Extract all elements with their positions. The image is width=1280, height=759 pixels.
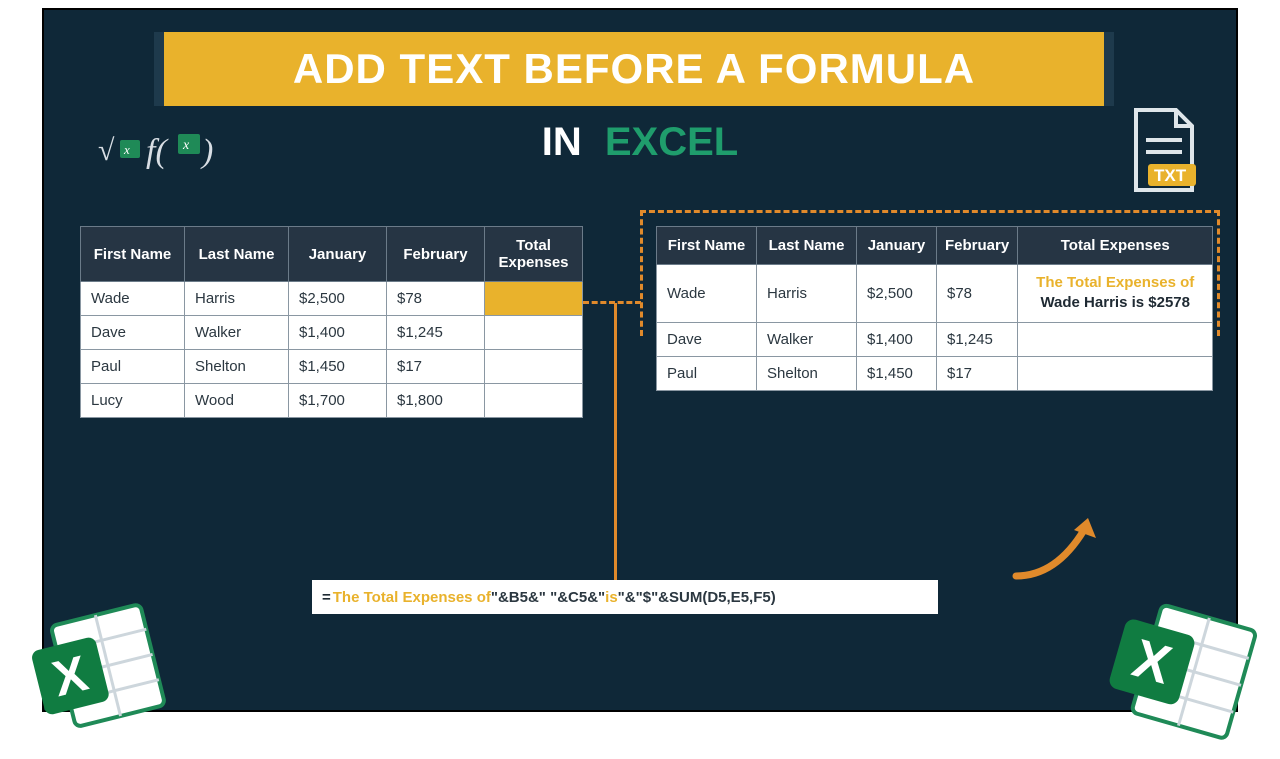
table-row: Paul Shelton $1,450 $17 (81, 350, 583, 384)
excel-icon: X (14, 587, 181, 747)
cell: $1,245 (937, 322, 1018, 356)
formula-segment: "&"$"&SUM(D5,E5,F5) (618, 589, 776, 606)
excel-icon: X (1090, 578, 1273, 754)
table-row: Paul Shelton $1,450 $17 (657, 356, 1213, 390)
col-last-name: Last Name (185, 227, 289, 282)
cell: $1,400 (289, 316, 387, 350)
svg-text:√: √ (98, 134, 115, 167)
svg-text:x: x (123, 142, 130, 157)
connector-line (614, 303, 617, 593)
col-january: January (289, 227, 387, 282)
cell: Wade (657, 265, 757, 323)
formula-literal: is (605, 589, 618, 606)
svg-text:): ) (200, 133, 213, 170)
result-line1: The Total Expenses of (1028, 273, 1202, 293)
table-header-row: First Name Last Name January February To… (657, 227, 1213, 265)
txt-label: TXT (1154, 166, 1187, 185)
svg-text:f(: f( (146, 133, 169, 170)
title-banner: ADD TEXT BEFORE A FORMULA (154, 32, 1114, 106)
connector-line (583, 301, 641, 304)
cell: Walker (757, 322, 857, 356)
slide-canvas: ADD TEXT BEFORE A FORMULA IN EXCEL √ x f… (42, 8, 1238, 712)
col-january: January (857, 227, 937, 265)
cell: $1,800 (387, 384, 485, 418)
col-february: February (937, 227, 1018, 265)
col-february: February (387, 227, 485, 282)
cell: Dave (657, 322, 757, 356)
cell: Wade (81, 282, 185, 316)
cell: Harris (185, 282, 289, 316)
cell: Shelton (757, 356, 857, 390)
cell: $2,500 (289, 282, 387, 316)
col-last-name: Last Name (757, 227, 857, 265)
cell (1018, 322, 1213, 356)
cell (1018, 356, 1213, 390)
cell: Walker (185, 316, 289, 350)
col-total: Total Expenses (1018, 227, 1213, 265)
table-row: Wade Harris $2,500 $78 The Total Expense… (657, 265, 1213, 323)
cell (485, 384, 583, 418)
formula-fx-icon: √ x f( x ) (98, 118, 238, 178)
cell: $17 (387, 350, 485, 384)
cell: $1,245 (387, 316, 485, 350)
subtitle-excel: EXCEL (605, 120, 738, 164)
cell: Lucy (81, 384, 185, 418)
result-cell: The Total Expenses of Wade Harris is $25… (1018, 265, 1213, 323)
table-row: Dave Walker $1,400 $1,245 (81, 316, 583, 350)
cell: Shelton (185, 350, 289, 384)
cell: $17 (937, 356, 1018, 390)
table-header-row: First Name Last Name January February To… (81, 227, 583, 282)
title-text: ADD TEXT BEFORE A FORMULA (293, 45, 975, 93)
table-row: Wade Harris $2,500 $78 (81, 282, 583, 316)
formula-equals: = (322, 589, 331, 606)
table-row: Lucy Wood $1,700 $1,800 (81, 384, 583, 418)
cell (485, 316, 583, 350)
result-line2: Wade Harris is $2578 (1028, 293, 1202, 313)
cell: Paul (81, 350, 185, 384)
arrow-icon (1006, 510, 1106, 584)
cell (485, 350, 583, 384)
cell: Wood (185, 384, 289, 418)
cell: $2,500 (857, 265, 937, 323)
cell: $1,700 (289, 384, 387, 418)
cell: $1,450 (289, 350, 387, 384)
cell: $78 (387, 282, 485, 316)
cell: $1,450 (857, 356, 937, 390)
cell: $1,400 (857, 322, 937, 356)
right-table: First Name Last Name January February To… (656, 226, 1213, 391)
cell: $78 (937, 265, 1018, 323)
selected-cell (485, 282, 583, 316)
cell: Paul (657, 356, 757, 390)
cell: Harris (757, 265, 857, 323)
subtitle-in: IN (542, 120, 582, 164)
col-first-name: First Name (657, 227, 757, 265)
txt-file-icon: TXT (1124, 106, 1204, 202)
left-table: First Name Last Name January February To… (80, 226, 583, 418)
formula-bar: = The Total Expenses of "&B5&" "&C5&" is… (312, 580, 938, 614)
col-total: Total Expenses (485, 227, 583, 282)
cell: Dave (81, 316, 185, 350)
svg-text:x: x (182, 138, 190, 153)
formula-segment: "&B5&" "&C5&" (491, 589, 605, 606)
formula-literal: The Total Expenses of (333, 589, 491, 606)
table-row: Dave Walker $1,400 $1,245 (657, 322, 1213, 356)
col-first-name: First Name (81, 227, 185, 282)
